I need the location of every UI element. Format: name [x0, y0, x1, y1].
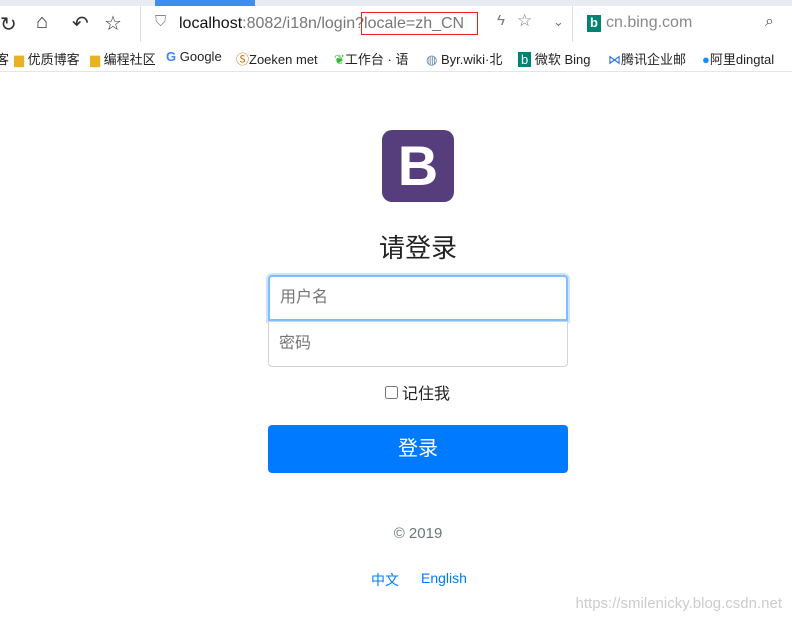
bookmark[interactable]: G Google: [166, 49, 222, 64]
username-input[interactable]: [268, 275, 568, 321]
google-icon: G: [166, 49, 177, 64]
address-bar[interactable]: ⛉ localhost:8082/i18n/login?locale=zh_CN…: [140, 6, 564, 42]
bookmarks-bar: 客 ▆ 优质博客 ▆ 编程社区 G Google ⓈZoeken met ❦工作…: [0, 42, 792, 72]
url-path: :8082/i18n/login: [242, 15, 356, 32]
bookmark[interactable]: b 微软 Bing: [518, 49, 591, 68]
search-box[interactable]: b cn.bing.com ⌕: [572, 6, 792, 42]
page-title: 请登录: [378, 233, 457, 263]
bookmark[interactable]: ❦工作台 · 语: [334, 49, 408, 68]
globe-icon: ◍: [426, 52, 438, 67]
shield-icon: ⛉: [155, 13, 167, 30]
lang-zh-link[interactable]: 中文: [371, 570, 399, 590]
bookmark[interactable]: ⓈZoeken met: [236, 49, 318, 68]
bookmark-label: 微软 Bing: [534, 52, 591, 67]
bookmark-label: Byr.wiki·北: [440, 52, 503, 67]
bookmark-label: 编程社区: [103, 52, 156, 67]
reload-icon[interactable]: ↻: [0, 12, 17, 37]
lightning-icon[interactable]: ϟ: [497, 12, 505, 29]
watermark: https://smilenicky.blog.csdn.net: [575, 595, 782, 612]
login-button[interactable]: 登录: [268, 425, 568, 473]
bookmark-label: 工作台 · 语: [344, 52, 409, 67]
remember-label: 记住我: [402, 386, 451, 403]
bookmark[interactable]: ◍ Byr.wiki·北: [426, 49, 502, 68]
remember-me[interactable]: 记住我: [385, 380, 450, 404]
bookmark[interactable]: 客: [0, 49, 9, 68]
folder-icon: ▆: [14, 52, 24, 67]
tencent-mail-icon: ⋈: [608, 52, 621, 67]
bookmark[interactable]: ●阿里dingtal: [702, 49, 774, 68]
remember-checkbox[interactable]: [385, 385, 398, 399]
copyright: © 2019: [393, 525, 443, 542]
bootstrap-logo: B: [382, 130, 454, 202]
undo-icon[interactable]: ↶: [72, 11, 89, 36]
search-engine-label: cn.bing.com: [606, 14, 693, 31]
s-icon: Ⓢ: [236, 52, 250, 67]
chevron-down-icon[interactable]: ⌄: [553, 14, 564, 30]
bing-icon: b: [518, 52, 532, 67]
leaf-icon: ❦: [334, 52, 345, 67]
bookmark-label: 腾讯企业邮: [621, 52, 687, 67]
bookmark-label: Zoeken met: [249, 52, 318, 67]
bookmark-star-icon[interactable]: ☆: [517, 11, 532, 31]
bing-icon: b: [587, 15, 601, 32]
folder-icon: ▆: [90, 52, 100, 67]
nav-bar: ↻ ⌂ ↶ ☆ ⛉ localhost:8082/i18n/login?loca…: [0, 6, 792, 42]
bookmark-label: 优质博客: [27, 52, 80, 67]
bookmark[interactable]: ▆ 优质博客: [14, 49, 80, 68]
lang-en-link[interactable]: English: [421, 570, 467, 586]
highlight-box: [361, 12, 478, 35]
bookmark-label: 阿里dingtal: [709, 52, 775, 67]
url-host: localhost: [179, 15, 243, 32]
bookmark[interactable]: ▆ 编程社区: [90, 49, 156, 68]
dingtalk-icon: ●: [702, 52, 710, 67]
password-input[interactable]: [268, 321, 568, 367]
search-icon[interactable]: ⌕: [765, 13, 774, 31]
bookmark[interactable]: ⋈腾讯企业邮: [608, 49, 686, 68]
home-icon[interactable]: ⌂: [36, 11, 48, 34]
star-icon[interactable]: ☆: [104, 11, 122, 36]
bookmark-label: Google: [179, 49, 222, 64]
